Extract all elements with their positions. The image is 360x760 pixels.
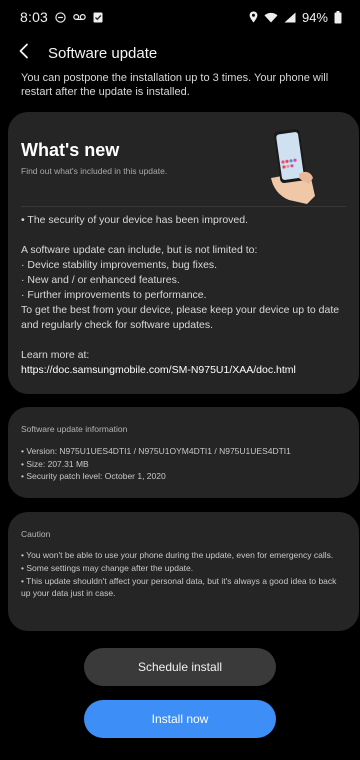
caution-line: • You won't be able to use your phone du… [21, 550, 334, 560]
battery-icon [334, 10, 342, 24]
back-arrow-icon [18, 43, 30, 64]
schedule-install-button[interactable]: Schedule install [84, 648, 276, 686]
app-header: Software update [0, 36, 360, 70]
signal-icon [284, 12, 296, 23]
body-line: · Further improvements to performance. [21, 289, 207, 301]
body-line: Learn more at: [21, 349, 90, 361]
whats-new-card: What's new Find out what's included in t… [8, 112, 359, 394]
caution-line: • Some settings may change after the upd… [21, 562, 194, 573]
card-icon [93, 12, 103, 23]
whats-new-body: • The security of your device has been i… [21, 213, 347, 378]
size-line: • Size: 207.31 MB [21, 458, 89, 469]
battery-level: 94% [301, 9, 328, 25]
location-icon [249, 11, 258, 23]
minus-circle-icon [55, 11, 66, 23]
doc-link[interactable]: https://doc.samsungmobile.com/SM-N975U1/… [21, 363, 347, 378]
security-patch-line: • Security patch level: October 1, 2020 [21, 471, 166, 481]
version-line: • Version: N975U1UES4DTI1 / N975U1OYM4DT… [21, 446, 291, 456]
body-line: · Device stability improvements, bug fix… [21, 259, 218, 271]
whats-new-subtitle: Find out what's included in this update. [21, 166, 168, 176]
voicemail-icon [73, 13, 86, 21]
whats-new-title: What's new [21, 140, 120, 160]
caution-card: Caution • You won't be able to use your … [8, 512, 359, 631]
body-line: A software update can include, but is no… [21, 244, 258, 256]
card-divider [21, 206, 346, 207]
intro-text: You can postpone the installation up to … [21, 72, 329, 98]
clock: 8:03 [20, 9, 49, 25]
body-line: • The security of your device has been i… [21, 214, 249, 226]
caution-title: Caution [21, 529, 51, 539]
software-info-title: Software update information [21, 424, 128, 434]
software-info-list: • Version: N975U1UES4DTI1 / N975U1OYM4DT… [21, 445, 351, 483]
caution-line: • This update shouldn't affect your pers… [21, 575, 337, 599]
software-info-card: Software update information • Version: N… [8, 407, 359, 498]
status-bar: 8:03 94% [0, 0, 360, 34]
caution-list: • You won't be able to use your phone du… [21, 549, 341, 600]
phone-in-hand-illustration [263, 126, 323, 206]
page-title: Software update [48, 44, 158, 62]
body-line: To get the best from your device, please… [21, 304, 340, 331]
back-button[interactable] [0, 36, 48, 70]
wifi-icon [264, 12, 278, 23]
body-line: · New and / or enhanced features. [21, 274, 180, 286]
install-now-button[interactable]: Install now [84, 700, 276, 738]
